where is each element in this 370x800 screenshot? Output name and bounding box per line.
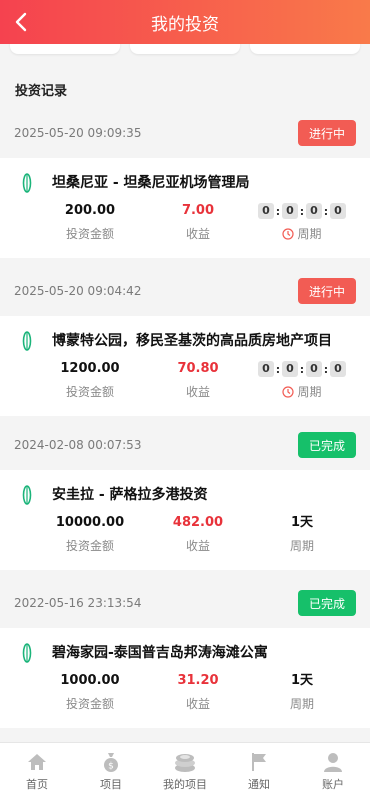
clock-icon bbox=[282, 227, 295, 240]
amount-label: 投资金额 bbox=[65, 539, 114, 553]
home-icon bbox=[25, 751, 49, 773]
period-label: 周期 bbox=[289, 697, 314, 711]
flag-icon bbox=[247, 751, 271, 773]
project-icon bbox=[22, 173, 32, 193]
timer-digit: 0 bbox=[330, 361, 346, 377]
profit-value: 7.00 bbox=[181, 203, 215, 218]
amount-value: 1200.00 bbox=[60, 361, 120, 376]
countdown-timer: 0: 0: 0: 0 bbox=[252, 360, 352, 378]
bottom-tab-bar: 首页 $ 项目 我的项目 通知 账户 bbox=[0, 742, 370, 800]
timer-digit: 0 bbox=[258, 203, 274, 219]
profit-value: 31.20 bbox=[177, 673, 219, 688]
project-icon bbox=[22, 485, 32, 505]
amount-value: 10000.00 bbox=[55, 515, 125, 530]
project-name: 坦桑尼亚 - 坦桑尼亚机场管理局 bbox=[52, 175, 250, 191]
investment-record[interactable]: 2022-05-16 23:13:54 已完成 碧海家园-泰国普吉岛邦涛海滩公寓… bbox=[0, 578, 370, 728]
tab-label: 通知 bbox=[248, 778, 270, 791]
profit-label: 收益 bbox=[185, 227, 210, 241]
period-value: 1天 bbox=[290, 673, 314, 688]
record-time: 2022-05-16 23:13:54 bbox=[14, 596, 142, 610]
section-title: 投资记录 bbox=[15, 84, 68, 99]
timer-digit: 0 bbox=[282, 203, 298, 219]
money-bag-icon: $ bbox=[99, 751, 123, 773]
project-name: 碧海家园-泰国普吉岛邦涛海滩公寓 bbox=[52, 645, 268, 661]
profit-value: 482.00 bbox=[172, 515, 224, 530]
status-badge: 进行中 bbox=[298, 278, 356, 304]
top-bar: 我的投资 bbox=[0, 0, 370, 44]
tab-my-projects[interactable]: 我的项目 bbox=[148, 743, 222, 800]
tab-home[interactable]: 首页 bbox=[0, 743, 74, 800]
back-button[interactable] bbox=[6, 6, 36, 38]
amount-label: 投资金额 bbox=[65, 385, 114, 399]
amount-label: 投资金额 bbox=[65, 227, 114, 241]
svg-text:$: $ bbox=[108, 762, 114, 772]
record-time: 2024-02-08 00:07:53 bbox=[14, 438, 142, 452]
tab-account[interactable]: 账户 bbox=[296, 743, 370, 800]
tab-projects[interactable]: $ 项目 bbox=[74, 743, 148, 800]
status-badge: 进行中 bbox=[298, 120, 356, 146]
status-badge: 已完成 bbox=[298, 432, 356, 458]
period-label: 周期 bbox=[297, 385, 322, 399]
project-icon bbox=[22, 331, 32, 351]
user-icon bbox=[321, 751, 345, 773]
chevron-left-icon bbox=[15, 12, 27, 32]
record-time: 2025-05-20 09:09:35 bbox=[14, 126, 142, 140]
page-title: 我的投资 bbox=[151, 14, 219, 35]
tab-label: 我的项目 bbox=[163, 778, 207, 791]
countdown-timer: 0: 0: 0: 0 bbox=[252, 202, 352, 220]
coins-icon bbox=[173, 751, 197, 773]
record-time: 2025-05-20 09:04:42 bbox=[14, 284, 142, 298]
amount-value: 200.00 bbox=[64, 203, 116, 218]
tab-notifications[interactable]: 通知 bbox=[222, 743, 296, 800]
timer-digit: 0 bbox=[258, 361, 274, 377]
status-badge: 已完成 bbox=[298, 590, 356, 616]
amount-label: 投资金额 bbox=[65, 697, 114, 711]
timer-digit: 0 bbox=[306, 203, 322, 219]
profit-label: 收益 bbox=[185, 697, 210, 711]
tab-label: 项目 bbox=[100, 778, 122, 791]
profit-label: 收益 bbox=[185, 385, 210, 399]
period-value: 1天 bbox=[290, 515, 314, 530]
tab-label: 账户 bbox=[322, 778, 344, 791]
timer-digit: 0 bbox=[306, 361, 322, 377]
investment-record[interactable]: 2024-02-08 00:07:53 已完成 安圭拉 - 萨格拉多港投资 10… bbox=[0, 420, 370, 570]
period-label: 周期 bbox=[289, 539, 314, 553]
investment-record[interactable]: 2025-05-20 09:04:42 进行中 博蒙特公园，移民圣基茨的高品质房… bbox=[0, 266, 370, 416]
timer-digit: 0 bbox=[330, 203, 346, 219]
project-name: 安圭拉 - 萨格拉多港投资 bbox=[52, 487, 208, 503]
tab-label: 首页 bbox=[26, 778, 48, 791]
timer-digit: 0 bbox=[282, 361, 298, 377]
profit-label: 收益 bbox=[185, 539, 210, 553]
investment-record[interactable]: 2025-05-20 09:09:35 进行中 坦桑尼亚 - 坦桑尼亚机场管理局… bbox=[0, 108, 370, 258]
project-name: 博蒙特公园，移民圣基茨的高品质房地产项目 bbox=[52, 333, 332, 349]
profit-value: 70.80 bbox=[177, 361, 219, 376]
project-icon bbox=[22, 643, 32, 663]
clock-icon bbox=[282, 385, 295, 398]
amount-value: 1000.00 bbox=[60, 673, 120, 688]
period-label: 周期 bbox=[297, 227, 322, 241]
